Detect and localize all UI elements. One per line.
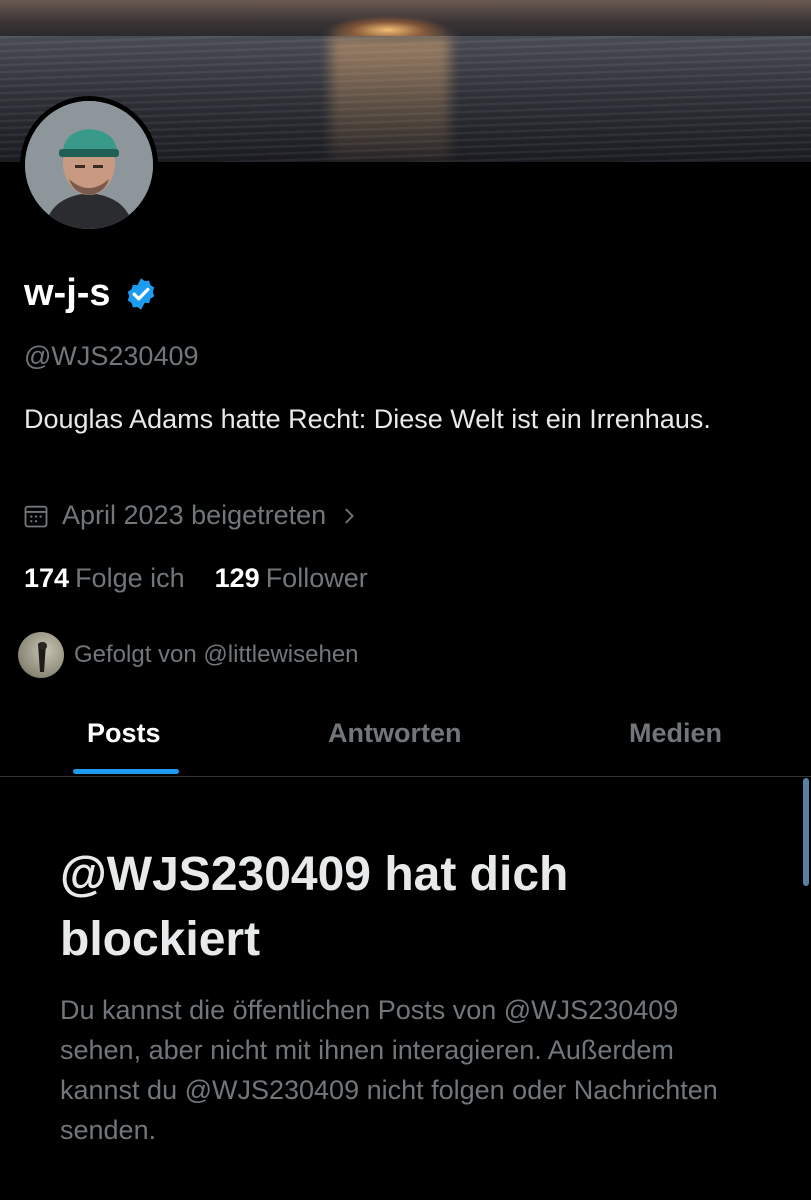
display-name: w-j-s	[24, 272, 111, 314]
followers-link[interactable]: 129 Follower	[215, 563, 368, 594]
profile-bio: Douglas Adams hatte Recht: Diese Welt is…	[24, 404, 711, 434]
followed-by-text: Gefolgt von @littlewisehen	[74, 641, 359, 668]
verified-badge-icon[interactable]	[123, 276, 159, 312]
joined-date: April 2023 beigetreten	[62, 500, 327, 530]
profile-tabs: Posts Antworten Medien	[0, 700, 811, 777]
blocked-title: @WJS230409 hat dich blockiert	[60, 848, 569, 966]
profile-name-row: w-j-s	[24, 272, 159, 315]
calendar-icon	[24, 505, 48, 527]
tab-media[interactable]: Medien	[629, 718, 722, 749]
chevron-right-icon	[345, 508, 354, 523]
tab-posts[interactable]: Posts	[87, 718, 161, 749]
banner-sun-reflection	[330, 36, 450, 162]
followed-by-row[interactable]: Gefolgt von @littlewisehen	[18, 632, 359, 678]
avatar-image	[25, 101, 153, 229]
blocked-message: Du kannst die öffentlichen Posts von @WJ…	[60, 995, 718, 1145]
following-link[interactable]: 174 Folge ich	[24, 563, 185, 594]
follower-avatar	[18, 632, 64, 678]
joined-date-row[interactable]: April 2023 beigetreten	[22, 500, 360, 531]
followers-label: Follower	[265, 563, 368, 593]
tab-replies[interactable]: Antworten	[328, 718, 461, 749]
profile-avatar[interactable]	[20, 96, 158, 234]
follow-stats: 174 Folge ich 129 Follower	[24, 563, 368, 594]
bird-avatar-icon	[38, 642, 47, 672]
following-label: Folge ich	[75, 563, 185, 593]
profile-handle: @WJS230409	[24, 341, 199, 371]
active-tab-indicator	[73, 769, 179, 774]
scrollbar[interactable]	[803, 778, 809, 886]
person-avatar-icon	[25, 101, 153, 229]
following-count: 174	[24, 563, 70, 593]
followers-count: 129	[214, 563, 260, 593]
